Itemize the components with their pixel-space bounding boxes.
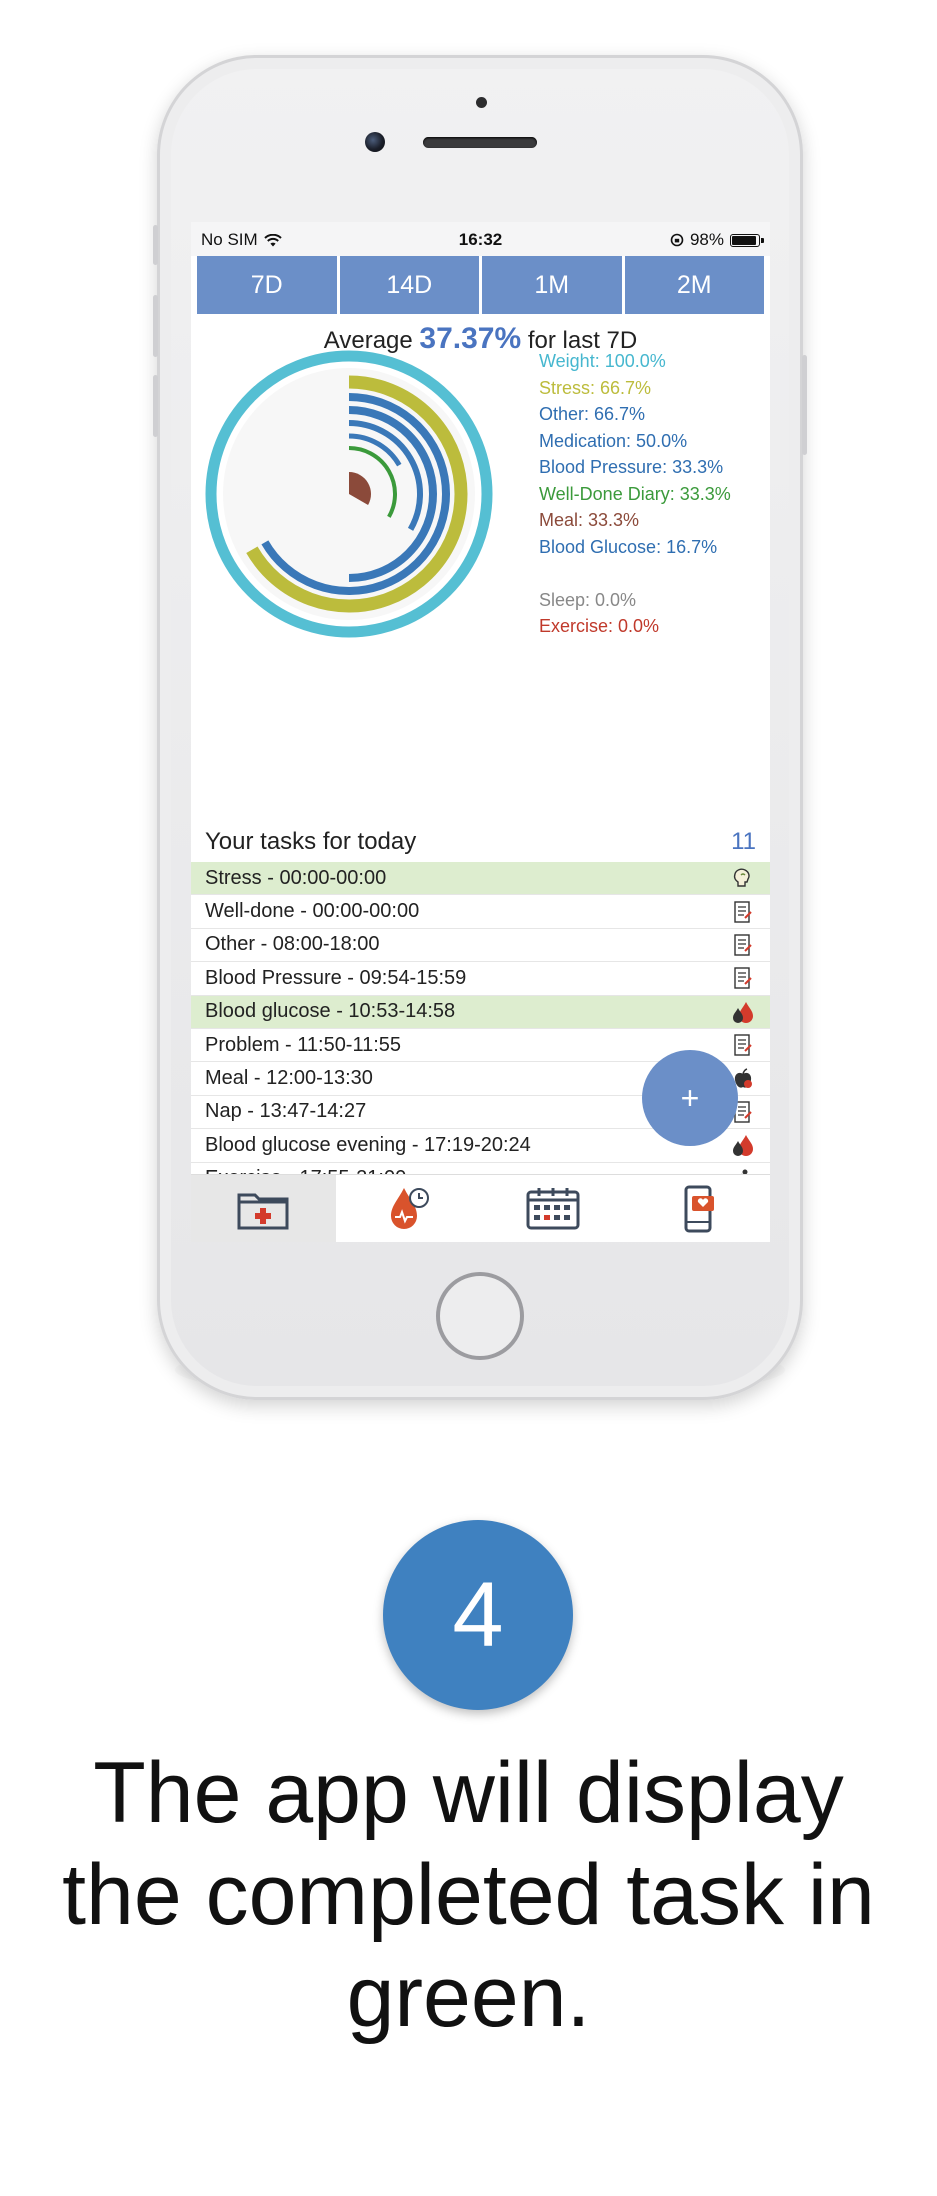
status-bar: No SIM 16:32 98% (191, 222, 770, 256)
power-button (802, 355, 807, 455)
blood-drop-icon (732, 1134, 754, 1157)
tasks-header: Your tasks for today 11 (191, 816, 770, 862)
battery-icon (730, 233, 764, 247)
legend-item: Stress: 66.7% (539, 377, 652, 398)
tasks-count: 11 (731, 828, 756, 855)
legend-item: Sleep: 0.0% (539, 589, 637, 610)
tab-14d[interactable]: 14D (339, 256, 479, 314)
volume-down-button (153, 375, 158, 437)
task-label: Meal - 12:00-13:30 (205, 1067, 373, 1090)
medical-folder-icon (237, 1193, 289, 1230)
rotation-lock-icon (670, 233, 684, 247)
front-camera (365, 132, 385, 152)
legend-item: Well-Done Diary: 33.3% (539, 483, 731, 504)
bottom-tab-bar (191, 1174, 770, 1242)
tab-records[interactable] (191, 1175, 336, 1242)
tab-measurements[interactable] (336, 1175, 481, 1242)
task-row[interactable]: Well-done - 00:00-00:00 (191, 895, 770, 929)
notepad-icon (732, 900, 754, 923)
legend-item: Weight: 100.0% (539, 351, 666, 371)
step-caption: The app will display the completed task … (62, 1745, 875, 2045)
completion-ring-chart (205, 350, 493, 638)
tab-2m[interactable]: 2M (624, 256, 764, 314)
legend-item: Blood Pressure: 33.3% (539, 457, 724, 477)
step-number-badge: 4 (383, 1520, 573, 1710)
legend-item: Medication: 50.0% (539, 430, 688, 451)
home-button[interactable] (436, 1272, 524, 1360)
task-row[interactable]: Blood Pressure - 09:54-15:59 (191, 962, 770, 996)
range-tabs: 7D 14D 1M 2M (197, 256, 764, 314)
tab-7d[interactable]: 7D (197, 256, 337, 314)
completion-legend: Weight: 100.0% Stress: 66.7% Other: 66.7% M… (539, 348, 731, 640)
task-label: Blood glucose evening - 17:19-20:24 (205, 1133, 531, 1156)
tab-consult[interactable] (625, 1175, 770, 1242)
battery-percentage: 98% (689, 230, 724, 249)
task-label: Other - 08:00-18:00 (205, 933, 380, 956)
legend-item: Exercise: 0.0% (539, 616, 660, 636)
notepad-icon (732, 934, 754, 956)
notepad-icon (732, 1034, 754, 1056)
task-label: Problem - 11:50-11:55 (205, 1033, 402, 1056)
legend-item: Blood Glucose: 16.7% (539, 536, 718, 557)
task-label: Nap - 13:47-14:27 (205, 1100, 367, 1123)
mute-switch (153, 225, 158, 265)
task-list: Stress - 00:00-00:00 Well-done - 00:00-00… (191, 862, 770, 1196)
tab-calendar[interactable] (481, 1175, 626, 1242)
add-task-button[interactable]: + (642, 1050, 738, 1146)
legend-item: Meal: 33.3% (539, 510, 640, 530)
app-screen: No SIM 16:32 98% 7D 14D 1M 2M Average 37… (191, 222, 770, 1242)
task-label: Blood glucose - 10:53-14:58 (205, 1000, 456, 1023)
task-row[interactable]: Other - 08:00-18:00 (191, 929, 770, 963)
tab-1m[interactable]: 1M (482, 256, 622, 314)
proximity-sensor (476, 97, 487, 108)
tasks-title: Your tasks for today (205, 828, 417, 855)
phone-heart-icon (684, 1185, 714, 1233)
task-label: Stress - 00:00-00:00 (205, 866, 387, 889)
earpiece-speaker (423, 137, 537, 148)
blood-drop-icon (732, 1001, 754, 1023)
blood-drop-clock-icon (391, 1188, 430, 1229)
volume-up-button (153, 295, 158, 357)
head-icon (732, 867, 754, 889)
task-label: Blood Pressure - 09:54-15:59 (205, 966, 467, 989)
calendar-icon (526, 1188, 580, 1230)
task-row[interactable]: Blood glucose - 10:53-14:58 (191, 995, 770, 1029)
legend-item: Other: 66.7% (539, 404, 646, 424)
notepad-icon (732, 967, 754, 990)
task-row[interactable]: Stress - 00:00-00:00 (191, 862, 770, 896)
legend-item (539, 560, 731, 587)
task-label: Well-done - 00:00-00:00 (205, 900, 420, 923)
